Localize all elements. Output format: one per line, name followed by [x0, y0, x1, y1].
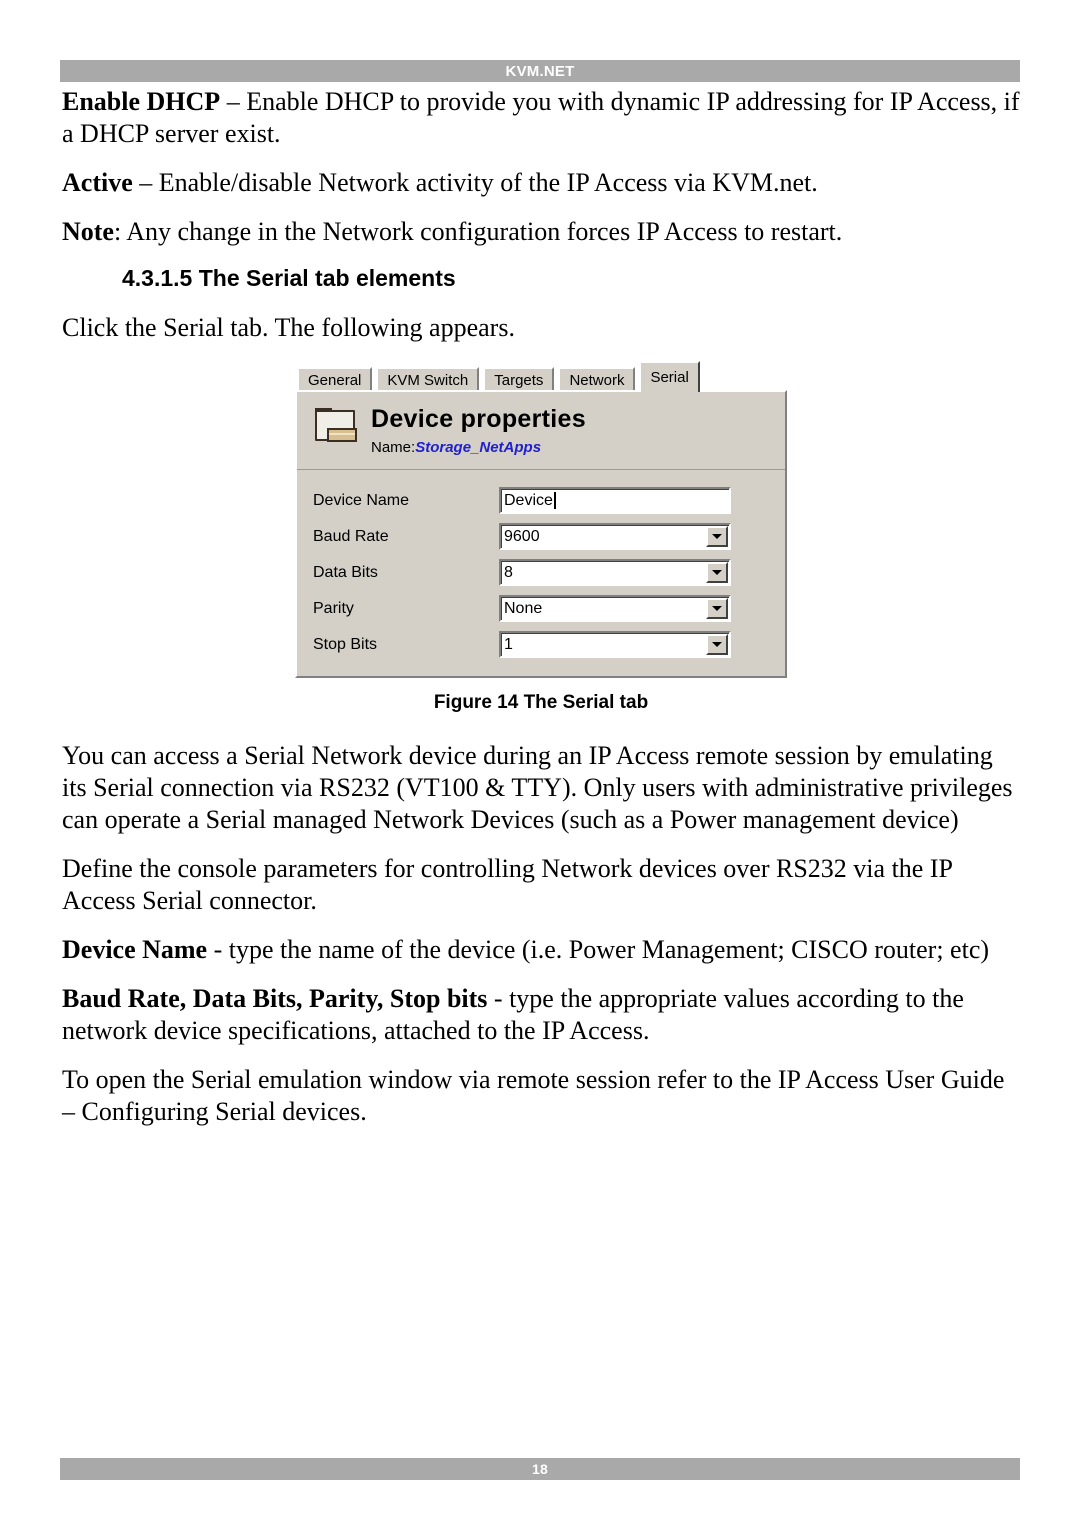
paragraph-enable-dhcp-lead: Enable DHCP	[62, 87, 221, 116]
paragraph-active-lead: Active	[62, 167, 133, 197]
field-row-parity: Parity None	[309, 595, 773, 623]
paragraph-open-serial-emulation: To open the Serial emulation window via …	[62, 1065, 1005, 1127]
field-row-baud-rate: Baud Rate 9600	[309, 523, 773, 551]
tab-general[interactable]: General	[297, 367, 373, 393]
paragraph-note-lead: Note	[62, 216, 114, 246]
dialog-tabstrip: General KVM Switch Targets Network Seria…	[295, 361, 787, 393]
page-number: 18	[532, 1461, 548, 1477]
paragraph-device-name-desc: Device Name - type the name of the devic…	[62, 934, 1020, 966]
tab-kvm-switch-label: KVM Switch	[387, 372, 469, 390]
select-data-bits-value: 8	[504, 563, 513, 581]
dialog-panel: Device properties Name:Storage_NetApps D…	[295, 390, 787, 679]
input-device-name-value: Device	[504, 491, 553, 509]
field-row-stop-bits: Stop Bits 1	[309, 631, 773, 659]
input-device-name[interactable]: Device	[499, 487, 731, 515]
tab-targets-label: Targets	[494, 372, 544, 390]
tab-general-label: General	[308, 372, 362, 390]
chevron-down-icon[interactable]	[706, 634, 728, 656]
dialog-panel-header: Device properties Name:Storage_NetApps	[297, 392, 785, 471]
figure-serial-tab: General KVM Switch Targets Network Seria…	[62, 361, 1020, 714]
tab-serial[interactable]: Serial	[639, 361, 700, 393]
paragraph-note: Note: Any change in the Network configur…	[62, 216, 1020, 248]
label-stop-bits: Stop Bits	[313, 636, 378, 654]
panel-name-label: Name:	[371, 438, 416, 456]
select-baud-rate-value: 9600	[504, 527, 540, 545]
tab-targets[interactable]: Targets	[483, 367, 555, 393]
paragraph-device-name-lead: Device Name	[62, 935, 208, 965]
page-footer-bar: 18	[60, 1458, 1020, 1480]
text-caret	[553, 492, 556, 510]
chevron-down-icon[interactable]	[706, 526, 728, 548]
select-stop-bits-value: 1	[504, 635, 513, 653]
tab-kvm-switch[interactable]: KVM Switch	[376, 367, 480, 393]
paragraph-active: Active – Enable/disable Network activity…	[62, 167, 1020, 199]
chevron-down-icon[interactable]	[706, 598, 728, 620]
paragraph-define-console: Define the console parameters for contro…	[62, 854, 952, 916]
folder-icon	[313, 408, 359, 446]
section-heading: 4.3.1.5 The Serial tab elements	[122, 264, 456, 291]
select-data-bits[interactable]: 8	[499, 559, 731, 587]
panel-title-group: Device properties Name:Storage_NetApps	[371, 404, 586, 456]
tab-network[interactable]: Network	[558, 367, 636, 393]
select-parity-value: None	[504, 599, 543, 617]
paragraph-enable-dhcp: Enable DHCP – Enable DHCP to provide you…	[62, 86, 1020, 150]
label-parity: Parity	[313, 600, 354, 618]
select-stop-bits[interactable]: 1	[499, 631, 731, 659]
paragraph-serial-access: You can access a Serial Network device d…	[62, 741, 1013, 835]
device-properties-dialog: General KVM Switch Targets Network Seria…	[295, 361, 787, 679]
label-baud-rate: Baud Rate	[313, 528, 389, 546]
paragraph-active-text: – Enable/disable Network activity of the…	[132, 167, 818, 197]
panel-name-value: Storage_NetApps	[415, 438, 542, 456]
dialog-panel-body: Device Name Device Baud Rate 9600 Data B…	[297, 470, 785, 676]
field-row-data-bits: Data Bits 8	[309, 559, 773, 587]
tab-network-label: Network	[569, 372, 625, 390]
header-title: KVM.NET	[505, 62, 575, 80]
select-parity[interactable]: None	[499, 595, 731, 623]
panel-title: Device properties	[371, 405, 586, 434]
figure-caption: Figure 14 The Serial tab	[433, 692, 649, 714]
select-baud-rate[interactable]: 9600	[499, 523, 731, 551]
paragraph-device-name-text: - type the name of the device (i.e. Powe…	[207, 935, 990, 965]
paragraph-note-text: : Any change in the Network configuratio…	[113, 216, 843, 246]
label-data-bits: Data Bits	[313, 564, 378, 582]
paragraph-baud-rate-desc: Baud Rate, Data Bits, Parity, Stop bits …	[62, 983, 1020, 1047]
field-row-device-name: Device Name Device	[309, 487, 773, 515]
paragraph-click-serial-tab: Click the Serial tab. The following appe…	[62, 313, 515, 343]
panel-subtitle: Name:Storage_NetApps	[371, 438, 586, 457]
page-header-bar: KVM.NET	[60, 60, 1020, 82]
label-device-name: Device Name	[313, 492, 410, 510]
page-content: Enable DHCP – Enable DHCP to provide you…	[62, 86, 1020, 1145]
tab-serial-label: Serial	[650, 369, 689, 387]
chevron-down-icon[interactable]	[706, 562, 728, 584]
paragraph-baud-rate-lead: Baud Rate, Data Bits, Parity, Stop bits	[62, 984, 488, 1014]
